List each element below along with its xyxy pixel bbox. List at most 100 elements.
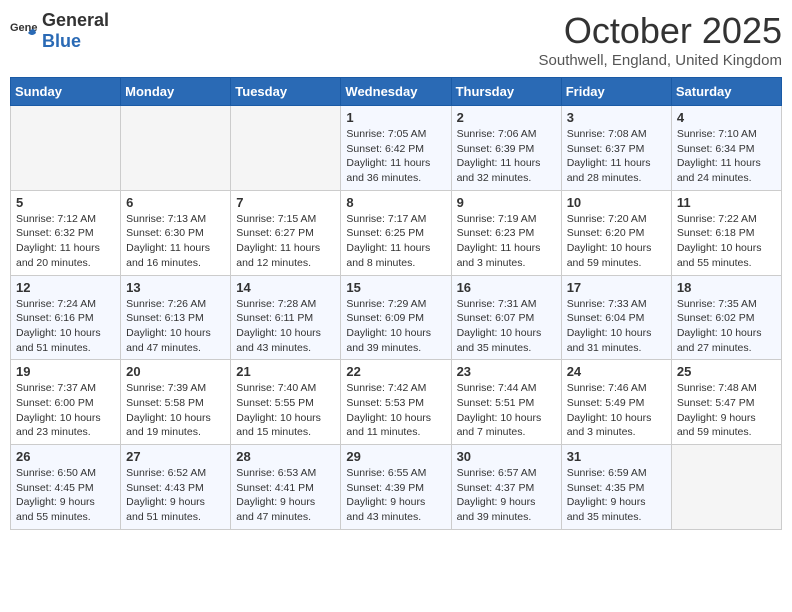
week-row-1: 1Sunrise: 7:05 AM Sunset: 6:42 PM Daylig… (11, 106, 782, 191)
day-number: 26 (16, 449, 115, 464)
day-number: 6 (126, 195, 225, 210)
calendar-cell: 29 Sunrise: 6:55 AM Sunset: 4:39 PM Dayli… (341, 445, 451, 530)
day-number: 28 (236, 449, 335, 464)
calendar-cell (11, 106, 121, 191)
week-row-3: 12 Sunrise: 7:24 AM Sunset: 6:16 PM Dayli… (11, 275, 782, 360)
day-info: Sunrise: 7:42 AM Sunset: 5:53 PM Dayligh… (346, 381, 445, 440)
day-number: 30 (457, 449, 556, 464)
week-row-5: 26 Sunrise: 6:50 AM Sunset: 4:45 PM Dayli… (11, 445, 782, 530)
day-info: Sunrise: 7:35 AM Sunset: 6:02 PM Dayligh… (677, 297, 776, 356)
calendar-cell: 6 Sunrise: 7:13 AM Sunset: 6:30 PM Daylig… (121, 190, 231, 275)
day-info: Sunrise: 6:52 AM Sunset: 4:43 PM Dayligh… (126, 466, 225, 525)
day-info: Sunrise: 7:44 AM Sunset: 5:51 PM Dayligh… (457, 381, 556, 440)
calendar-cell: 12 Sunrise: 7:24 AM Sunset: 6:16 PM Dayli… (11, 275, 121, 360)
day-info: Sunrise: 7:40 AM Sunset: 5:55 PM Dayligh… (236, 381, 335, 440)
calendar-cell: 24Sunrise: 7:46 AM Sunset: 5:49 PM Dayli… (561, 360, 671, 445)
calendar-cell: 1Sunrise: 7:05 AM Sunset: 6:42 PM Daylig… (341, 106, 451, 191)
day-info: Sunrise: 7:33 AM Sunset: 6:04 PM Dayligh… (567, 297, 666, 356)
day-info: Sunrise: 6:50 AM Sunset: 4:45 PM Dayligh… (16, 466, 115, 525)
calendar-cell: 18 Sunrise: 7:35 AM Sunset: 6:02 PM Dayli… (671, 275, 781, 360)
day-info: Sunrise: 6:55 AM Sunset: 4:39 PM Dayligh… (346, 466, 445, 525)
logo-text: General Blue (42, 10, 109, 52)
header: General General Blue October 2025 Southw… (10, 10, 782, 69)
calendar: SundayMondayTuesdayWednesdayThursdayFrid… (10, 77, 782, 530)
location-title: Southwell, England, United Kingdom (539, 52, 783, 69)
calendar-cell: 4Sunrise: 7:10 AM Sunset: 6:34 PM Daylig… (671, 106, 781, 191)
day-info: Sunrise: 7:08 AM Sunset: 6:37 PM Dayligh… (567, 127, 666, 186)
calendar-cell: 9Sunrise: 7:19 AM Sunset: 6:23 PM Daylig… (451, 190, 561, 275)
weekday-header-saturday: Saturday (671, 78, 781, 106)
day-number: 2 (457, 110, 556, 125)
calendar-cell: 25Sunrise: 7:48 AM Sunset: 5:47 PM Dayli… (671, 360, 781, 445)
calendar-cell (121, 106, 231, 191)
weekday-header-sunday: Sunday (11, 78, 121, 106)
calendar-cell: 22 Sunrise: 7:42 AM Sunset: 5:53 PM Dayli… (341, 360, 451, 445)
calendar-cell: 20 Sunrise: 7:39 AM Sunset: 5:58 PM Dayli… (121, 360, 231, 445)
day-info: Sunrise: 6:57 AM Sunset: 4:37 PM Dayligh… (457, 466, 556, 525)
day-info: Sunrise: 7:29 AM Sunset: 6:09 PM Dayligh… (346, 297, 445, 356)
calendar-cell (671, 445, 781, 530)
day-info: Sunrise: 7:24 AM Sunset: 6:16 PM Dayligh… (16, 297, 115, 356)
day-number: 29 (346, 449, 445, 464)
week-row-4: 19 Sunrise: 7:37 AM Sunset: 6:00 PM Dayli… (11, 360, 782, 445)
calendar-cell: 19 Sunrise: 7:37 AM Sunset: 6:00 PM Dayli… (11, 360, 121, 445)
day-number: 31 (567, 449, 666, 464)
calendar-cell: 8Sunrise: 7:17 AM Sunset: 6:25 PM Daylig… (341, 190, 451, 275)
day-number: 22 (346, 364, 445, 379)
day-number: 12 (16, 280, 115, 295)
day-info: Sunrise: 7:12 AM Sunset: 6:32 PM Dayligh… (16, 212, 115, 271)
calendar-cell: 5Sunrise: 7:12 AM Sunset: 6:32 PM Daylig… (11, 190, 121, 275)
calendar-cell: 31Sunrise: 6:59 AM Sunset: 4:35 PM Dayli… (561, 445, 671, 530)
calendar-cell: 3Sunrise: 7:08 AM Sunset: 6:37 PM Daylig… (561, 106, 671, 191)
day-number: 9 (457, 195, 556, 210)
day-number: 18 (677, 280, 776, 295)
day-number: 15 (346, 280, 445, 295)
day-info: Sunrise: 7:26 AM Sunset: 6:13 PM Dayligh… (126, 297, 225, 356)
calendar-cell: 13Sunrise: 7:26 AM Sunset: 6:13 PM Dayli… (121, 275, 231, 360)
day-number: 11 (677, 195, 776, 210)
day-number: 27 (126, 449, 225, 464)
day-number: 1 (346, 110, 445, 125)
calendar-cell: 28Sunrise: 6:53 AM Sunset: 4:41 PM Dayli… (231, 445, 341, 530)
day-number: 7 (236, 195, 335, 210)
day-number: 20 (126, 364, 225, 379)
logo: General General Blue (10, 10, 109, 52)
day-number: 25 (677, 364, 776, 379)
calendar-cell: 30 Sunrise: 6:57 AM Sunset: 4:37 PM Dayli… (451, 445, 561, 530)
day-info: Sunrise: 7:13 AM Sunset: 6:30 PM Dayligh… (126, 212, 225, 271)
calendar-cell: 27 Sunrise: 6:52 AM Sunset: 4:43 PM Dayli… (121, 445, 231, 530)
day-info: Sunrise: 7:39 AM Sunset: 5:58 PM Dayligh… (126, 381, 225, 440)
day-number: 4 (677, 110, 776, 125)
calendar-cell (231, 106, 341, 191)
calendar-cell: 11 Sunrise: 7:22 AM Sunset: 6:18 PM Dayli… (671, 190, 781, 275)
weekday-header-friday: Friday (561, 78, 671, 106)
day-info: Sunrise: 7:31 AM Sunset: 6:07 PM Dayligh… (457, 297, 556, 356)
day-info: Sunrise: 7:17 AM Sunset: 6:25 PM Dayligh… (346, 212, 445, 271)
day-info: Sunrise: 7:20 AM Sunset: 6:20 PM Dayligh… (567, 212, 666, 271)
day-info: Sunrise: 7:37 AM Sunset: 6:00 PM Dayligh… (16, 381, 115, 440)
calendar-cell: 26 Sunrise: 6:50 AM Sunset: 4:45 PM Dayli… (11, 445, 121, 530)
day-number: 10 (567, 195, 666, 210)
calendar-cell: 15 Sunrise: 7:29 AM Sunset: 6:09 PM Dayli… (341, 275, 451, 360)
weekday-header-thursday: Thursday (451, 78, 561, 106)
calendar-cell: 16 Sunrise: 7:31 AM Sunset: 6:07 PM Dayli… (451, 275, 561, 360)
day-number: 24 (567, 364, 666, 379)
day-number: 21 (236, 364, 335, 379)
month-title: October 2025 (539, 10, 783, 52)
weekday-header-wednesday: Wednesday (341, 78, 451, 106)
title-area: October 2025 Southwell, England, United … (539, 10, 783, 69)
calendar-cell: 17Sunrise: 7:33 AM Sunset: 6:04 PM Dayli… (561, 275, 671, 360)
day-number: 19 (16, 364, 115, 379)
calendar-cell: 2 Sunrise: 7:06 AM Sunset: 6:39 PM Daylig… (451, 106, 561, 191)
day-info: Sunrise: 7:22 AM Sunset: 6:18 PM Dayligh… (677, 212, 776, 271)
calendar-cell: 7 Sunrise: 7:15 AM Sunset: 6:27 PM Daylig… (231, 190, 341, 275)
weekday-header-monday: Monday (121, 78, 231, 106)
day-number: 23 (457, 364, 556, 379)
day-number: 16 (457, 280, 556, 295)
calendar-cell: 10 Sunrise: 7:20 AM Sunset: 6:20 PM Dayli… (561, 190, 671, 275)
calendar-cell: 23 Sunrise: 7:44 AM Sunset: 5:51 PM Dayli… (451, 360, 561, 445)
day-number: 14 (236, 280, 335, 295)
day-info: Sunrise: 7:06 AM Sunset: 6:39 PM Dayligh… (457, 127, 556, 186)
calendar-cell: 14Sunrise: 7:28 AM Sunset: 6:11 PM Dayli… (231, 275, 341, 360)
day-info: Sunrise: 7:15 AM Sunset: 6:27 PM Dayligh… (236, 212, 335, 271)
